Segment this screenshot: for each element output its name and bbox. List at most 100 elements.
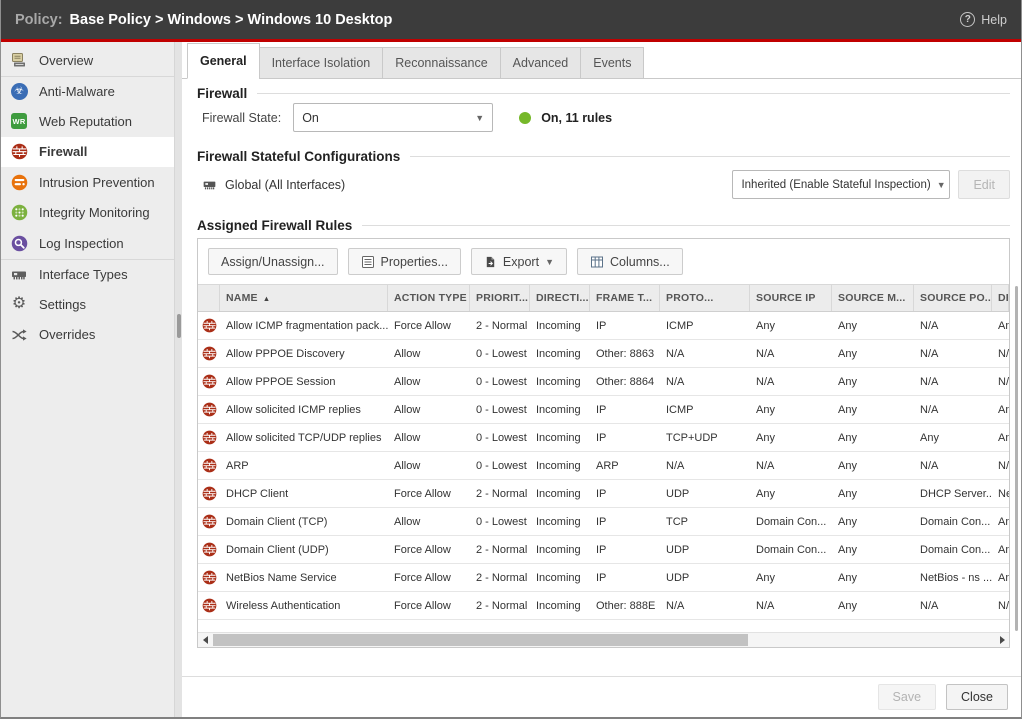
table-row[interactable]: NetBios Name Service Force Allow 2 - Nor… (198, 564, 1009, 592)
cell-name: Wireless Authentication (220, 592, 388, 619)
sidebar-item-intrusion-prevention[interactable]: Intrusion Prevention (1, 167, 174, 198)
column-header[interactable]: DIRECTI... (530, 285, 590, 311)
cell-source-port: N/A (914, 368, 992, 395)
splitter-drag-handle[interactable] (177, 314, 181, 338)
sidebar-item-log-inspection[interactable]: Log Inspection (1, 228, 174, 259)
tab-events[interactable]: Events (580, 47, 644, 79)
column-header[interactable] (198, 285, 220, 311)
table-row[interactable]: ARP Allow 0 - Lowest Incoming ARP N/A N/… (198, 452, 1009, 480)
column-header[interactable]: PROTO... (660, 285, 750, 311)
help-button[interactable]: ? Help (960, 12, 1007, 27)
cell-source-mac: Any (832, 508, 914, 535)
column-header[interactable]: PRIORIT... (470, 285, 530, 311)
breadcrumb: Base Policy > Windows > Windows 10 Deskt… (70, 12, 393, 28)
cell-source-ip: Any (750, 480, 832, 507)
properties-list-icon (361, 255, 375, 269)
table-row[interactable]: Allow solicited ICMP replies Allow 0 - L… (198, 396, 1009, 424)
column-header[interactable]: SOURCE PO... (914, 285, 992, 311)
cell-source-mac: Any (832, 452, 914, 479)
edit-button[interactable]: Edit (958, 170, 1010, 199)
cell-priority: 2 - Normal (470, 312, 530, 339)
firewall-rule-icon (198, 368, 220, 395)
sidebar-item-integrity-monitoring[interactable]: Integrity Monitoring (1, 198, 174, 229)
cell-source-ip: Domain Con... (750, 536, 832, 563)
firewall-rule-icon (198, 396, 220, 423)
sidebar-item-settings[interactable]: ⚙ Settings (1, 289, 174, 320)
cell-source-mac: Any (832, 480, 914, 507)
table-row[interactable]: Allow PPPOE Discovery Allow 0 - Lowest I… (198, 340, 1009, 368)
cell-action-type: Force Allow (388, 480, 470, 507)
scrollbar-thumb[interactable] (213, 634, 748, 646)
cell-priority: 2 - Normal (470, 564, 530, 591)
scroll-right-button[interactable] (995, 633, 1009, 647)
cell-name: Allow PPPOE Discovery (220, 340, 388, 367)
column-header[interactable]: SOURCE IP (750, 285, 832, 311)
export-file-icon (484, 255, 497, 269)
cell-action-type: Allow (388, 396, 470, 423)
cell-source-ip: Any (750, 396, 832, 423)
stateful-config-select[interactable]: Inherited (Enable Stateful Inspection) ▼ (732, 170, 950, 199)
cell-destination: N/A (992, 452, 1009, 479)
sidebar: Overview ☣ Anti-Malware WR Web Reputatio… (1, 42, 174, 717)
scroll-left-button[interactable] (198, 633, 212, 647)
cell-protocol: UDP (660, 480, 750, 507)
cell-destination: N/A (992, 340, 1009, 367)
table-row[interactable]: Allow PPPOE Session Allow 0 - Lowest Inc… (198, 368, 1009, 396)
cell-source-mac: Any (832, 592, 914, 619)
rules-toolbar: Assign/Unassign... Properties... Export … (198, 239, 1009, 284)
close-button[interactable]: Close (946, 684, 1008, 710)
tab-interface-isolation[interactable]: Interface Isolation (259, 47, 384, 79)
table-row[interactable]: Allow ICMP fragmentation pack... Force A… (198, 312, 1009, 340)
save-button[interactable]: Save (878, 684, 937, 710)
cell-source-ip: N/A (750, 452, 832, 479)
table-row[interactable]: Wireless Authentication Force Allow 2 - … (198, 592, 1009, 620)
cell-name: Domain Client (TCP) (220, 508, 388, 535)
titlebar: Policy: Base Policy > Windows > Windows … (1, 0, 1021, 42)
footer-bar: Save Close (182, 676, 1021, 717)
integrity-monitoring-icon (10, 204, 28, 222)
anti-malware-icon: ☣ (10, 82, 28, 100)
sidebar-item-overview[interactable]: Overview (1, 45, 174, 76)
vertical-scrollbar[interactable] (1015, 286, 1018, 631)
cell-protocol: UDP (660, 564, 750, 591)
tab-general[interactable]: General (187, 43, 260, 79)
properties-button[interactable]: Properties... (348, 248, 461, 275)
sidebar-item-interface-types[interactable]: Interface Types (1, 259, 174, 290)
cell-destination: Netw (992, 480, 1009, 507)
column-header[interactable]: DE (992, 285, 1009, 311)
cell-action-type: Allow (388, 452, 470, 479)
column-header[interactable]: SOURCE M... (832, 285, 914, 311)
table-row[interactable]: Domain Client (UDP) Force Allow 2 - Norm… (198, 536, 1009, 564)
firewall-state-select[interactable]: On ▼ (293, 103, 493, 132)
cell-destination: Any (992, 564, 1009, 591)
table-row[interactable]: Domain Client (TCP) Allow 0 - Lowest Inc… (198, 508, 1009, 536)
columns-button[interactable]: Columns... (577, 248, 683, 275)
cell-frame-type: IP (590, 424, 660, 451)
sidebar-item-firewall[interactable]: Firewall (1, 137, 174, 168)
horizontal-scrollbar[interactable] (198, 632, 1009, 647)
cell-frame-type: IP (590, 396, 660, 423)
export-button[interactable]: Export ▼ (471, 248, 567, 275)
cell-source-ip: Any (750, 564, 832, 591)
column-header[interactable]: ACTION TYPE (388, 285, 470, 311)
cell-direction: Incoming (530, 508, 590, 535)
cell-source-port: N/A (914, 452, 992, 479)
sort-asc-icon: ▲ (263, 294, 271, 303)
cell-source-port: N/A (914, 592, 992, 619)
chevron-down-icon: ▼ (931, 180, 946, 190)
cell-source-port: Domain Con... (914, 508, 992, 535)
cell-direction: Incoming (530, 564, 590, 591)
column-header[interactable]: NAME ▲ (220, 285, 388, 311)
sidebar-item-web-reputation[interactable]: WR Web Reputation (1, 106, 174, 137)
firewall-rule-icon (198, 508, 220, 535)
table-row[interactable]: DHCP Client Force Allow 2 - Normal Incom… (198, 480, 1009, 508)
cell-action-type: Force Allow (388, 536, 470, 563)
sidebar-item-overrides[interactable]: Overrides (1, 320, 174, 351)
assign-unassign-button[interactable]: Assign/Unassign... (208, 248, 338, 275)
tab-advanced[interactable]: Advanced (500, 47, 582, 79)
tab-reconnaissance[interactable]: Reconnaissance (382, 47, 500, 79)
cell-destination: Any (992, 536, 1009, 563)
table-row[interactable]: Allow solicited TCP/UDP replies Allow 0 … (198, 424, 1009, 452)
sidebar-item-anti-malware[interactable]: ☣ Anti-Malware (1, 76, 174, 107)
column-header[interactable]: FRAME T... (590, 285, 660, 311)
